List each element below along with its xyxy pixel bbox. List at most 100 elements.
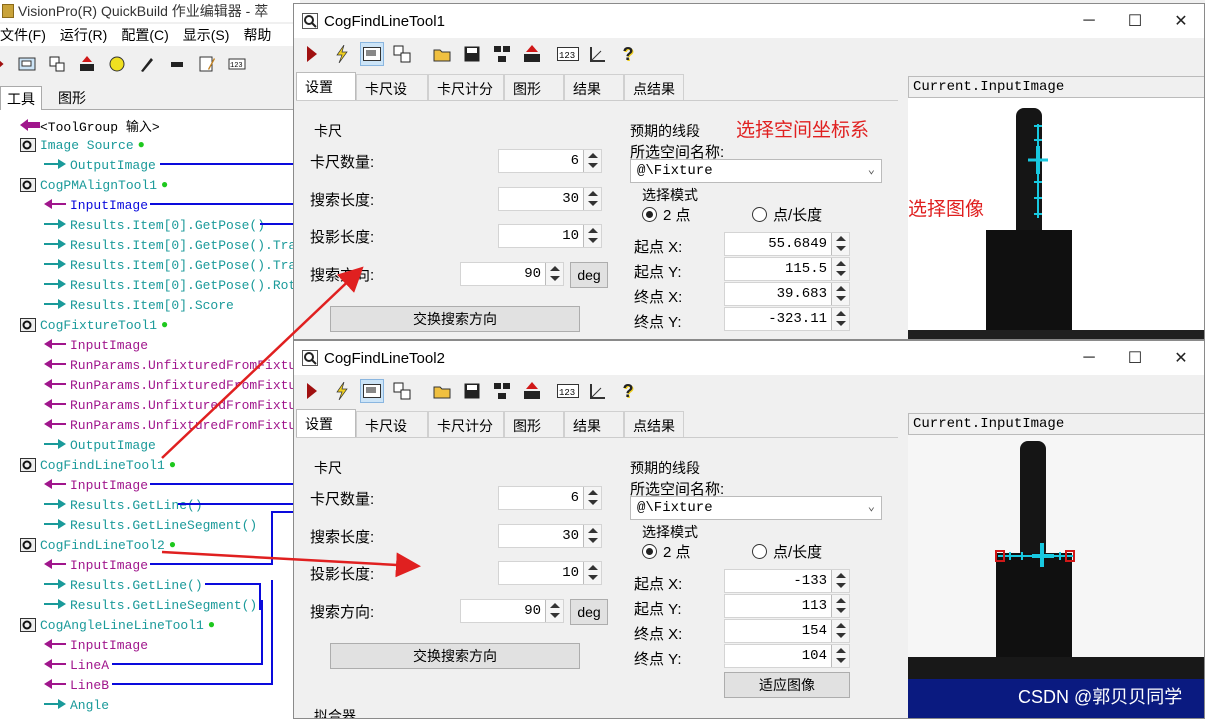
win2-settings-panel: 卡尺 卡尺数量: 6 搜索长度: 30 投影长度: 10 搜索方向: 90 de… — [296, 437, 898, 718]
tab-caliper-scoring[interactable]: 卡尺计分 — [428, 411, 504, 437]
deg-button[interactable]: deg — [570, 262, 608, 288]
end-x-input[interactable]: 39.683 — [724, 282, 850, 306]
network-icon[interactable] — [490, 42, 514, 66]
start-y-label: 起点 Y: — [634, 264, 682, 281]
caliper-count-input[interactable]: 6 — [498, 149, 602, 173]
mode-point-length-radio[interactable]: 点/长度 — [752, 204, 822, 225]
mode-two-point-radio[interactable]: 2 点 — [642, 204, 691, 225]
win1-title-bar: CogFindLineTool1 ─ ☐ ✕ — [294, 4, 1204, 38]
tab-settings[interactable]: 设置 — [296, 72, 356, 100]
save-icon[interactable] — [460, 42, 484, 66]
minimize-button[interactable]: ─ — [1066, 4, 1112, 38]
expected-segment-label: 预期的线段 — [630, 123, 700, 139]
end-x-input[interactable]: 154 — [724, 619, 850, 643]
annotation-select-image: 选择图像 — [908, 199, 985, 220]
expected-segment-label: 预期的线段 — [630, 460, 700, 476]
win1-title: CogFindLineTool1 — [324, 12, 445, 30]
start-y-label: 起点 Y: — [634, 601, 682, 618]
start-y-input[interactable]: 113 — [724, 594, 850, 618]
open-folder-icon[interactable] — [430, 42, 454, 66]
projection-length-input[interactable]: 10 — [498, 561, 602, 585]
selection-mode-label: 选择模式 — [642, 187, 698, 203]
search-direction-label: 搜索方向: — [310, 267, 375, 284]
close-button[interactable]: ✕ — [1158, 4, 1204, 38]
svg-text:123: 123 — [559, 51, 575, 61]
start-x-input[interactable]: 55.6849 — [724, 232, 850, 256]
tab-caliper-scoring[interactable]: 卡尺计分 — [428, 74, 504, 100]
win2-image-display[interactable]: CSDN @郭贝贝同学 — [908, 435, 1204, 718]
win2-title-bar: CogFindLineTool2 ─ ☐ ✕ — [294, 341, 1204, 375]
projection-length-input[interactable]: 10 — [498, 224, 602, 248]
caliper-count-label: 卡尺数量: — [310, 154, 375, 171]
tab-graphics[interactable]: 图形 — [504, 74, 564, 100]
search-direction-input[interactable]: 90 — [460, 599, 564, 623]
win2-title: CogFindLineTool2 — [324, 349, 445, 367]
network-icon[interactable] — [490, 379, 514, 403]
end-y-input[interactable]: -323.11 — [724, 307, 850, 331]
number-icon[interactable]: 123 — [556, 42, 580, 66]
tab-point-results[interactable]: 点结果 — [624, 74, 684, 100]
run-icon[interactable] — [300, 379, 324, 403]
caliper-count-input[interactable]: 6 — [498, 486, 602, 510]
win2-part-image — [908, 435, 1204, 718]
mode-point-length-radio[interactable]: 点/长度 — [752, 541, 822, 562]
tab-caliper-settings[interactable]: 卡尺设置 — [356, 411, 428, 454]
find-line-tool-2-window: CogFindLineTool2 ─ ☐ ✕ 123 ? 设置 卡尺设置 卡尺计… — [293, 340, 1205, 719]
caliper-group-label: 卡尺 — [314, 123, 342, 139]
search-direction-label: 搜索方向: — [310, 604, 375, 621]
search-length-input[interactable]: 30 — [498, 187, 602, 211]
maximize-button[interactable]: ☐ — [1112, 4, 1158, 38]
projection-length-label: 投影长度: — [310, 566, 375, 583]
search-length-input[interactable]: 30 — [498, 524, 602, 548]
display-icon[interactable] — [360, 379, 384, 403]
win2-tabs: 设置 卡尺设置 卡尺计分 图形 结果 点结果 — [296, 409, 906, 454]
fit-image-button[interactable]: 适应图像 — [724, 672, 850, 698]
start-x-label: 起点 X: — [634, 576, 683, 593]
tab-graphics[interactable]: 图形 — [504, 411, 564, 437]
win2-image-header: Current.InputImage — [908, 413, 1204, 435]
find-line-tool-1-window: CogFindLineTool1 ─ ☐ ✕ 123 ? 设置 卡尺设置 卡尺计… — [293, 3, 1205, 340]
win1-tabs: 设置 卡尺设置 卡尺计分 图形 结果 点结果 — [296, 72, 906, 117]
help-icon[interactable]: ? — [616, 42, 640, 66]
save-icon[interactable] — [460, 379, 484, 403]
space-name-select[interactable]: @\Fixture ⌄ — [630, 496, 882, 520]
tab-settings[interactable]: 设置 — [296, 409, 356, 437]
tree-link-lines — [112, 163, 300, 685]
open-folder-icon[interactable] — [430, 379, 454, 403]
number-icon[interactable]: 123 — [556, 379, 580, 403]
tab-caliper-settings[interactable]: 卡尺设置 — [356, 74, 428, 117]
end-y-label: 终点 Y: — [634, 314, 682, 331]
minimize-button[interactable]: ─ — [1066, 341, 1112, 375]
win1-image-display[interactable]: 选择图像 — [908, 98, 1204, 339]
close-button[interactable]: ✕ — [1158, 341, 1204, 375]
end-y-input[interactable]: 104 — [724, 644, 850, 668]
display-icon[interactable] — [360, 42, 384, 66]
win1-settings-panel: 卡尺 卡尺数量: 6 搜索长度: 30 投影长度: 10 搜索方向: 90 de… — [296, 100, 898, 339]
tool-icon[interactable] — [390, 42, 414, 66]
run-icon[interactable] — [300, 42, 324, 66]
help-icon[interactable]: ? — [616, 379, 640, 403]
caliper-group-label: 卡尺 — [314, 460, 342, 476]
tab-point-results[interactable]: 点结果 — [624, 411, 684, 437]
tab-results[interactable]: 结果 — [564, 74, 624, 100]
start-x-input[interactable]: -133 — [724, 569, 850, 593]
electric-icon[interactable] — [330, 42, 354, 66]
mode-two-point-radio[interactable]: 2 点 — [642, 541, 691, 562]
end-x-label: 终点 X: — [634, 626, 683, 643]
end-x-label: 终点 X: — [634, 289, 683, 306]
swap-direction-button[interactable]: 交换搜索方向 — [330, 306, 580, 332]
import-icon[interactable] — [520, 379, 544, 403]
electric-icon[interactable] — [330, 379, 354, 403]
measure-icon[interactable] — [586, 42, 610, 66]
tool-icon[interactable] — [390, 379, 414, 403]
start-y-input[interactable]: 115.5 — [724, 257, 850, 281]
space-name-select[interactable]: @\Fixture ⌄ — [630, 159, 882, 183]
measure-icon[interactable] — [586, 379, 610, 403]
import-icon[interactable] — [520, 42, 544, 66]
maximize-button[interactable]: ☐ — [1112, 341, 1158, 375]
swap-direction-button[interactable]: 交换搜索方向 — [330, 643, 580, 669]
tab-results[interactable]: 结果 — [564, 411, 624, 437]
search-direction-input[interactable]: 90 — [460, 262, 564, 286]
fitter-group-label: 拟合器 — [314, 708, 356, 719]
deg-button[interactable]: deg — [570, 599, 608, 625]
